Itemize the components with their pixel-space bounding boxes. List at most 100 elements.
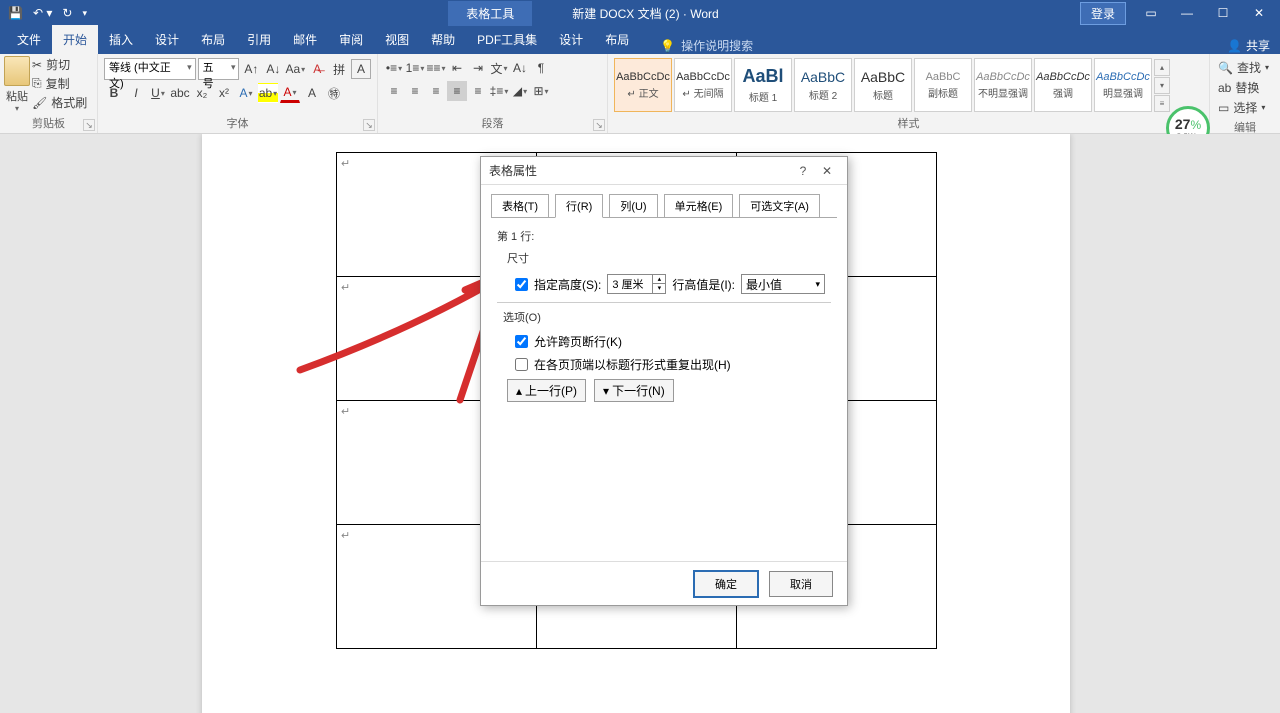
distributed-button[interactable]: ≡ <box>468 81 488 101</box>
tab-file[interactable]: 文件 <box>6 25 52 54</box>
align-left-button[interactable]: ≡ <box>384 81 404 101</box>
tab-help[interactable]: 帮助 <box>420 25 466 54</box>
increase-indent-button[interactable]: ⇥ <box>468 58 488 78</box>
decrease-indent-button[interactable]: ⇤ <box>447 58 467 78</box>
find-button[interactable]: 🔍查找▾ <box>1216 58 1274 77</box>
show-marks-button[interactable]: ¶ <box>531 58 551 78</box>
spin-down-icon[interactable]: ▾ <box>653 284 665 293</box>
repeat-header-checkbox[interactable] <box>515 358 528 371</box>
share-button[interactable]: 👤 共享 <box>1227 37 1270 54</box>
style-heading2[interactable]: AaBbC标题 2 <box>794 58 852 112</box>
style-heading1[interactable]: AaBl标题 1 <box>734 58 792 112</box>
phonetic-guide-button[interactable]: 拼 <box>329 59 349 79</box>
tab-design[interactable]: 设计 <box>144 25 190 54</box>
login-button[interactable]: 登录 <box>1080 2 1126 25</box>
style-subtle-emphasis[interactable]: AaBbCcDc不明显强调 <box>974 58 1032 112</box>
tab-mail[interactable]: 邮件 <box>282 25 328 54</box>
char-shading-button[interactable]: A <box>302 83 322 103</box>
height-spinbox[interactable]: ▴▾ <box>607 274 666 294</box>
style-normal[interactable]: AaBbCcDc↵ 正文 <box>614 58 672 112</box>
dialog-tab-table[interactable]: 表格(T) <box>491 194 549 218</box>
tab-pdf-tools[interactable]: PDF工具集 <box>466 25 548 54</box>
copy-button[interactable]: ⎘复制 <box>32 75 87 92</box>
close-icon[interactable]: ✕ <box>1242 3 1276 23</box>
tab-review[interactable]: 审阅 <box>328 25 374 54</box>
multilevel-list-button[interactable]: ≡≡ <box>426 58 446 78</box>
align-center-button[interactable]: ≡ <box>405 81 425 101</box>
font-size-select[interactable]: 五号 <box>198 58 240 80</box>
underline-button[interactable]: U <box>148 83 168 103</box>
height-input[interactable] <box>608 275 652 293</box>
tab-layout[interactable]: 布局 <box>190 25 236 54</box>
style-intense-emphasis[interactable]: AaBbCcDc明显强调 <box>1094 58 1152 112</box>
align-right-button[interactable]: ≡ <box>426 81 446 101</box>
paste-dropdown-icon[interactable]: ▾ <box>15 104 19 113</box>
dialog-close-icon[interactable]: ✕ <box>815 164 839 178</box>
maximize-icon[interactable]: ☐ <box>1206 3 1240 23</box>
tab-view[interactable]: 视图 <box>374 25 420 54</box>
allow-break-checkbox[interactable] <box>515 335 528 348</box>
italic-button[interactable]: I <box>126 83 146 103</box>
change-case-button[interactable]: Aa <box>285 59 305 79</box>
highlight-button[interactable]: ab <box>258 83 278 103</box>
style-subtitle[interactable]: AaBbC副标题 <box>914 58 972 112</box>
specify-height-checkbox[interactable] <box>515 278 528 291</box>
replace-button[interactable]: ab替换 <box>1216 78 1274 97</box>
sort-button[interactable]: A↓ <box>510 58 530 78</box>
row-height-type-select[interactable]: 最小值▾ <box>741 274 825 294</box>
tab-insert[interactable]: 插入 <box>98 25 144 54</box>
dialog-tab-alttext[interactable]: 可选文字(A) <box>739 194 820 218</box>
paste-button[interactable]: 粘贴 ▾ <box>4 56 30 113</box>
previous-row-button[interactable]: ▴上一行(P) <box>507 379 586 402</box>
dialog-tab-cell[interactable]: 单元格(E) <box>664 194 734 218</box>
style-no-spacing[interactable]: AaBbCcDc↵ 无间隔 <box>674 58 732 112</box>
line-spacing-button[interactable]: ‡≡ <box>489 81 509 101</box>
char-border-button[interactable]: A <box>351 59 371 79</box>
dialog-help-icon[interactable]: ? <box>791 164 815 178</box>
shading-button[interactable]: ◢ <box>510 81 530 101</box>
justify-button[interactable]: ≡ <box>447 81 467 101</box>
font-color-button[interactable]: A <box>280 83 300 103</box>
styles-scrollbar[interactable]: ▴▾≡ <box>1154 59 1170 112</box>
strikethrough-button[interactable]: abc <box>170 83 190 103</box>
group-styles: AaBbCcDc↵ 正文 AaBbCcDc↵ 无间隔 AaBl标题 1 AaBb… <box>608 54 1210 133</box>
enclose-char-button[interactable]: ㊕ <box>324 83 344 103</box>
paragraph-dialog-launcher[interactable]: ↘ <box>593 119 605 131</box>
clipboard-dialog-launcher[interactable]: ↘ <box>83 119 95 131</box>
ok-button[interactable]: 确定 <box>693 570 759 598</box>
ribbon-options-icon[interactable]: ▭ <box>1134 3 1168 23</box>
contextual-tab-label: 表格工具 <box>448 1 532 26</box>
borders-button[interactable]: ⊞ <box>531 81 551 101</box>
superscript-button[interactable]: x² <box>214 83 234 103</box>
tab-home[interactable]: 开始 <box>52 25 98 54</box>
tab-table-design[interactable]: 设计 <box>548 25 594 54</box>
spin-up-icon[interactable]: ▴ <box>653 275 665 284</box>
tab-references[interactable]: 引用 <box>236 25 282 54</box>
undo-icon[interactable]: ↶ ▾ <box>33 6 52 20</box>
font-name-select[interactable]: 等线 (中文正文) <box>104 58 196 80</box>
text-effects-button[interactable]: A <box>236 83 256 103</box>
asian-layout-button[interactable]: 文 <box>489 58 509 78</box>
dialog-tab-row[interactable]: 行(R) <box>555 194 603 218</box>
font-dialog-launcher[interactable]: ↘ <box>363 119 375 131</box>
cut-label: 剪切 <box>46 56 70 73</box>
dialog-title: 表格属性 <box>489 162 791 179</box>
style-title[interactable]: AaBbC标题 <box>854 58 912 112</box>
minimize-icon[interactable]: — <box>1170 3 1204 23</box>
style-emphasis[interactable]: AaBbCcDc强调 <box>1034 58 1092 112</box>
bullets-button[interactable]: •≡ <box>384 58 404 78</box>
tab-table-layout[interactable]: 布局 <box>594 25 640 54</box>
format-painter-button[interactable]: 🖌格式刷 <box>32 94 87 111</box>
redo-icon[interactable]: ↻ <box>62 6 72 20</box>
dialog-tab-column[interactable]: 列(U) <box>609 194 657 218</box>
shrink-font-button[interactable]: A↓ <box>263 59 283 79</box>
save-icon[interactable]: 💾 <box>8 6 23 20</box>
tell-me-search[interactable]: 💡 操作说明搜索 <box>660 37 753 54</box>
cancel-button[interactable]: 取消 <box>769 571 833 597</box>
select-button[interactable]: ▭选择▾ <box>1216 98 1274 117</box>
clear-format-button[interactable]: A̶ <box>307 59 327 79</box>
grow-font-button[interactable]: A↑ <box>241 59 261 79</box>
numbering-button[interactable]: 1≡ <box>405 58 425 78</box>
cut-button[interactable]: ✂剪切 <box>32 56 87 73</box>
next-row-button[interactable]: ▾下一行(N) <box>594 379 674 402</box>
